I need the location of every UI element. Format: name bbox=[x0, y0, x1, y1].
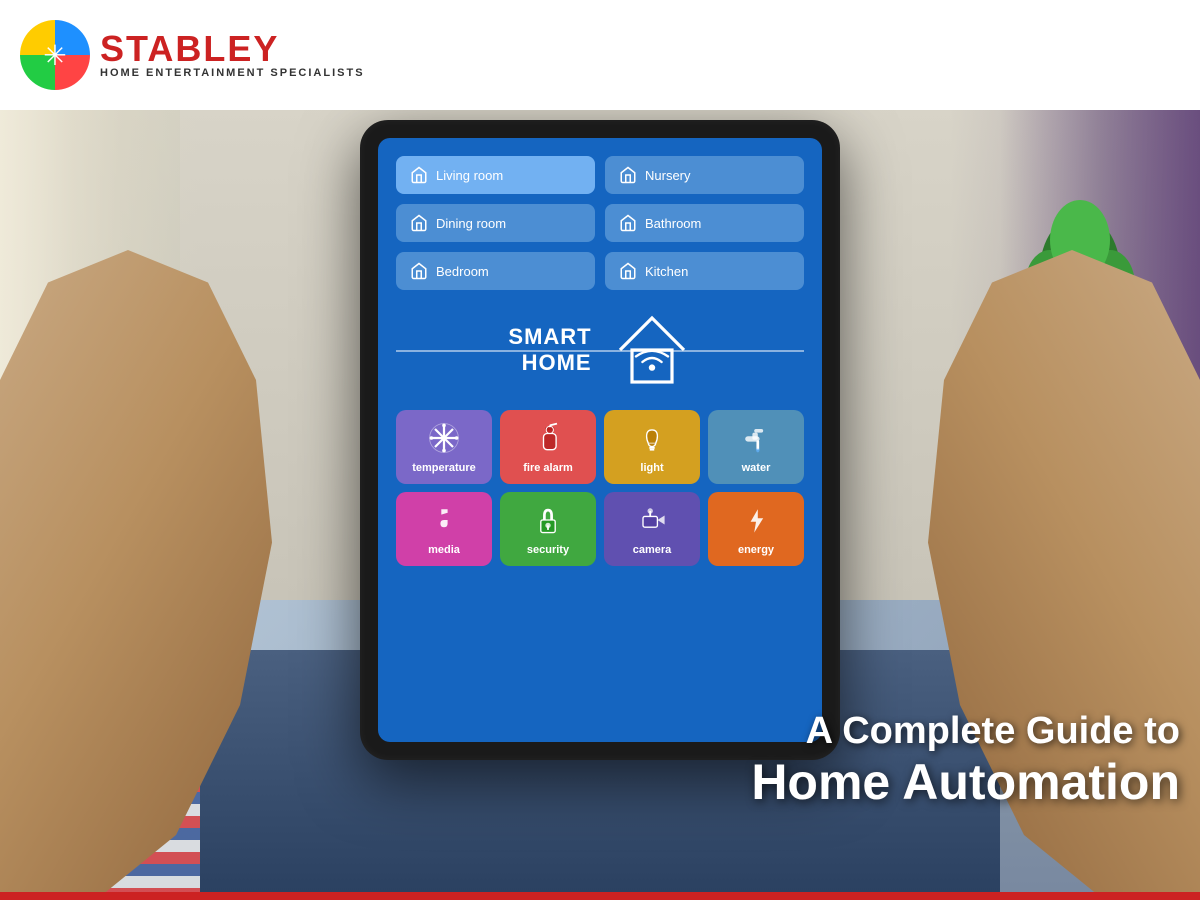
room-btn-living-room[interactable]: Living room bbox=[396, 156, 595, 194]
ctrl-btn-water[interactable]: water bbox=[708, 410, 804, 484]
camera-label: camera bbox=[633, 544, 672, 556]
light-icon bbox=[634, 420, 670, 456]
temperature-label: temperature bbox=[412, 462, 476, 474]
logo-subtitle: HOME ENTERTAINMENT SPECIALISTS bbox=[100, 67, 365, 79]
tablet-wrapper: Living room Nursery Dining roo bbox=[360, 120, 840, 760]
logo-text-group: STABLEY HOME ENTERTAINMENT SPECIALISTS bbox=[100, 31, 365, 79]
tablet-screen: Living room Nursery Dining roo bbox=[378, 138, 822, 742]
smart-home-icon bbox=[612, 310, 692, 390]
security-icon bbox=[530, 502, 566, 538]
room-label-nursery: Nursery bbox=[645, 168, 691, 183]
ctrl-btn-light[interactable]: light bbox=[604, 410, 700, 484]
room-btn-kitchen[interactable]: Kitchen bbox=[605, 252, 804, 290]
smart-home-divider bbox=[396, 350, 804, 352]
room-btn-bedroom[interactable]: Bedroom bbox=[396, 252, 595, 290]
room-label-living: Living room bbox=[436, 168, 503, 183]
home-icon-nursery bbox=[619, 166, 637, 184]
home-icon-bathroom bbox=[619, 214, 637, 232]
header: ✳ STABLEY HOME ENTERTAINMENT SPECIALISTS bbox=[0, 0, 1200, 110]
temperature-icon bbox=[426, 420, 462, 456]
bottom-bar bbox=[0, 892, 1200, 900]
ctrl-btn-security[interactable]: security bbox=[500, 492, 596, 566]
media-icon bbox=[426, 502, 462, 538]
overlay-line2: Home Automation bbox=[751, 755, 1180, 810]
fire-alarm-label: fire alarm bbox=[523, 462, 573, 474]
water-label: water bbox=[742, 462, 771, 474]
security-label: security bbox=[527, 544, 569, 556]
ctrl-btn-fire-alarm[interactable]: fire alarm bbox=[500, 410, 596, 484]
room-label-kitchen: Kitchen bbox=[645, 264, 688, 279]
room-btn-dining[interactable]: Dining room bbox=[396, 204, 595, 242]
tablet-outer: Living room Nursery Dining roo bbox=[360, 120, 840, 760]
rooms-grid: Living room Nursery Dining roo bbox=[396, 156, 804, 290]
energy-icon bbox=[738, 502, 774, 538]
room-btn-bathroom[interactable]: Bathroom bbox=[605, 204, 804, 242]
logo-name: STABLEY bbox=[100, 31, 365, 67]
smart-text-line2: HOME bbox=[508, 350, 591, 376]
smart-home-text: SMART HOME bbox=[508, 324, 591, 377]
camera-icon bbox=[634, 502, 670, 538]
home-icon-kitchen bbox=[619, 262, 637, 280]
water-icon bbox=[738, 420, 774, 456]
home-icon bbox=[410, 166, 428, 184]
overlay-line1: A Complete Guide to bbox=[751, 709, 1180, 755]
home-icon-bedroom bbox=[410, 262, 428, 280]
ctrl-btn-camera[interactable]: camera bbox=[604, 492, 700, 566]
room-label-dining: Dining room bbox=[436, 216, 506, 231]
fire-alarm-icon bbox=[530, 420, 566, 456]
smart-home-section: SMART HOME bbox=[396, 300, 804, 400]
logo-star-icon: ✳ bbox=[43, 39, 66, 72]
room-btn-nursery[interactable]: Nursery bbox=[605, 156, 804, 194]
ctrl-btn-media[interactable]: media bbox=[396, 492, 492, 566]
light-label: light bbox=[640, 462, 663, 474]
energy-label: energy bbox=[738, 544, 774, 556]
smart-text-line1: SMART bbox=[508, 324, 591, 350]
room-label-bathroom: Bathroom bbox=[645, 216, 701, 231]
media-label: media bbox=[428, 544, 460, 556]
logo-circle: ✳ bbox=[20, 20, 90, 90]
bottom-overlay: A Complete Guide to Home Automation bbox=[751, 709, 1180, 810]
home-icon-dining bbox=[410, 214, 428, 232]
ctrl-btn-temperature[interactable]: temperature bbox=[396, 410, 492, 484]
ctrl-btn-energy[interactable]: energy bbox=[708, 492, 804, 566]
room-label-bedroom: Bedroom bbox=[436, 264, 489, 279]
controls-grid: temperature fire alarm bbox=[396, 410, 804, 566]
